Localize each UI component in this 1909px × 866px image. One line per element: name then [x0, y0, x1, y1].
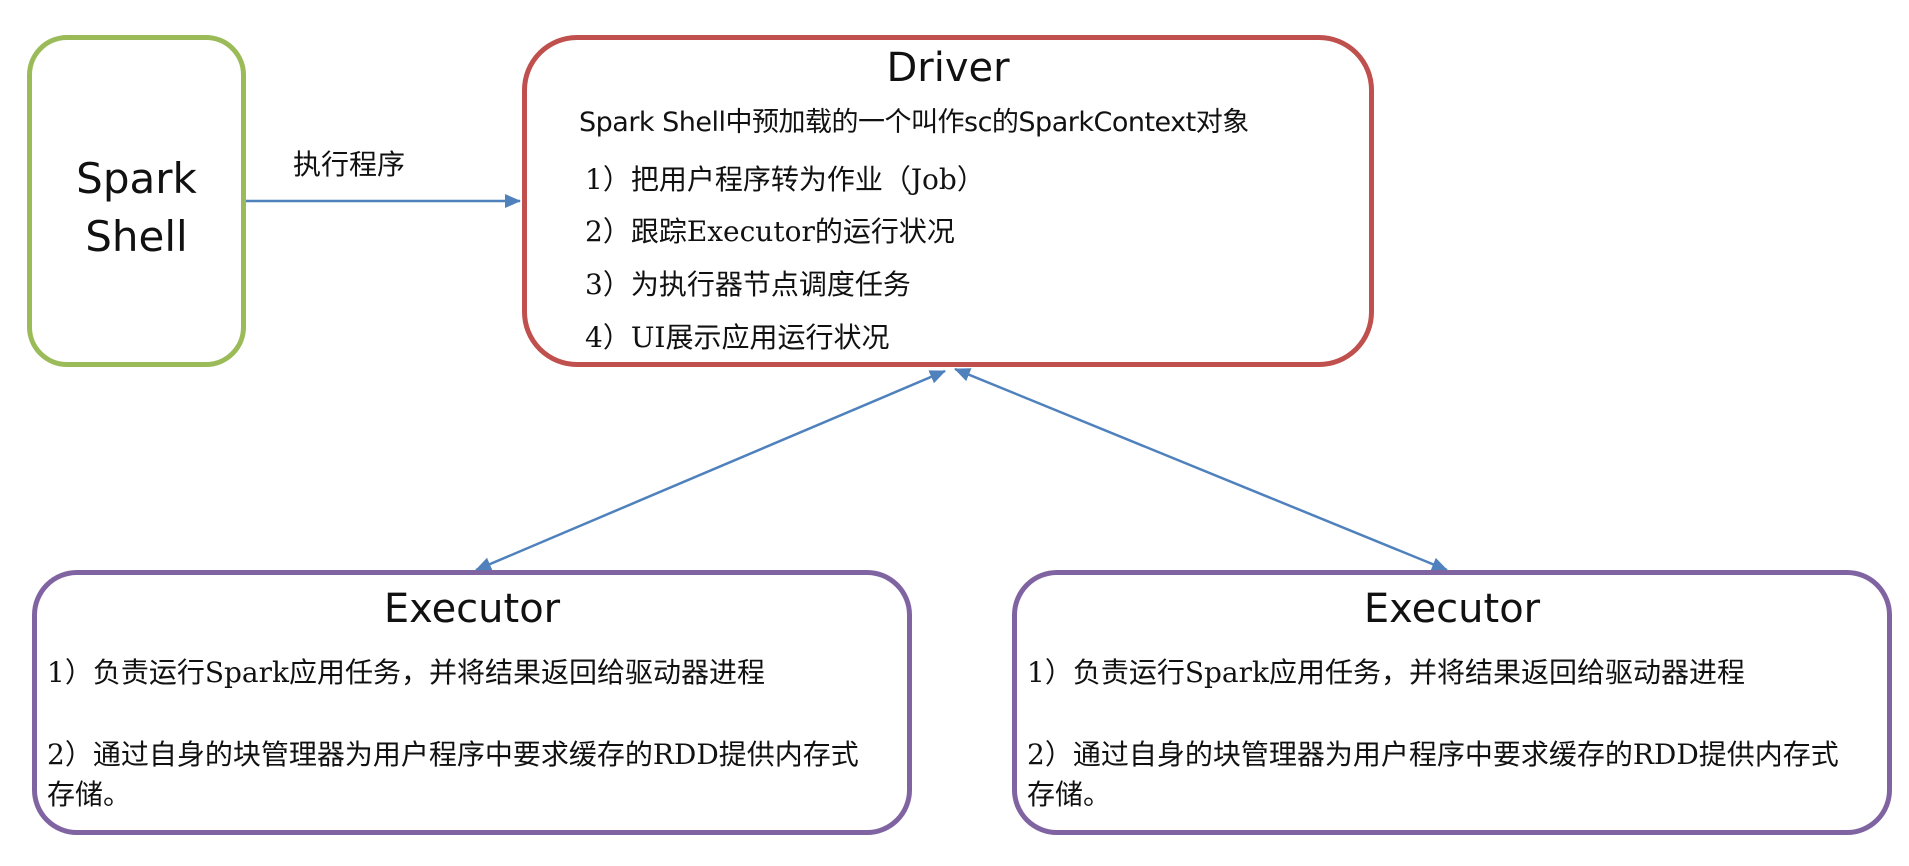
spark-shell-label: Spark Shell — [32, 150, 241, 266]
driver-item: 2）跟踪Executor的运行状况 — [585, 215, 955, 248]
driver-item: 4）UI展示应用运行状况 — [585, 321, 890, 354]
driver-node: Driver Spark Shell中预加载的一个叫作sc的SparkConte… — [522, 35, 1374, 367]
executor-title: Executor — [383, 586, 561, 632]
executor-item: 2）通过自身的块管理器为用户程序中要求缓存的RDD提供内存式存储。 — [1027, 738, 1839, 811]
driver-title: Driver — [886, 45, 1010, 91]
edge-driver-executor-2 — [954, 367, 1448, 572]
executor-item: 2）通过自身的块管理器为用户程序中要求缓存的RDD提供内存式存储。 — [47, 738, 859, 811]
driver-item: 1）把用户程序转为作业（Job） — [585, 163, 985, 196]
executor-node-1: Executor 1）负责运行Spark应用任务，并将结果返回给驱动器进程 2）… — [32, 570, 912, 835]
executor-item: 1）负责运行Spark应用任务，并将结果返回给驱动器进程 — [47, 656, 765, 689]
spark-shell-label-line2: Shell — [85, 212, 188, 261]
edge-driver-executor-1 — [475, 369, 946, 572]
driver-subtitle: Spark Shell中预加载的一个叫作sc的SparkContext对象 — [579, 107, 1249, 138]
spark-shell-node: Spark Shell — [27, 35, 246, 367]
executor-node-2: Executor 1）负责运行Spark应用任务，并将结果返回给驱动器进程 2）… — [1012, 570, 1892, 835]
edge-label-execute-program: 执行程序 — [293, 148, 406, 181]
executor-item: 1）负责运行Spark应用任务，并将结果返回给驱动器进程 — [1027, 656, 1745, 689]
spark-shell-label-line1: Spark — [76, 154, 197, 203]
executor-title: Executor — [1363, 586, 1541, 632]
driver-item: 3）为执行器节点调度任务 — [585, 268, 911, 301]
